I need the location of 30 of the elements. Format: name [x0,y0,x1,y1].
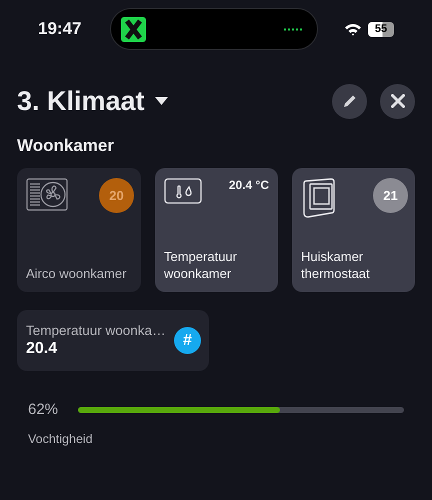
value-badge: 20 [99,178,134,213]
close-button[interactable] [380,84,415,118]
page-title: 3. Klimaat [17,86,145,116]
device-tile[interactable]: 21 Huiskamer thermostaat [292,168,415,292]
tile-label: Temperatuur woonkamer [164,248,238,282]
caret-icon[interactable] [154,97,168,105]
hash-icon: # [174,327,201,354]
sensor-icon [164,178,202,204]
card-label: Temperatuur woonka… [26,323,166,338]
device-tile[interactable]: 20.4 °C Temperatuur woonkamer [155,168,278,292]
value-badge: 21 [373,178,408,213]
humidity-reading: 62% [28,401,60,418]
section-title: Woonkamer [17,136,115,156]
app-icon [121,16,146,42]
card-value: 20.4 [26,340,58,358]
thermostat-icon [301,178,337,218]
clock-time: 19:47 [38,19,82,39]
pencil-icon [342,93,358,109]
tile-label: Huiskamer thermostaat [301,248,371,282]
close-icon [390,94,404,108]
humidity-label: Vochtigheid [28,432,93,446]
number-card[interactable]: Temperatuur woonka… 20.4 # [17,310,209,371]
device-tile[interactable]: 20 Airco woonkamer [17,168,141,292]
temperature-reading: 20.4 °C [228,178,269,192]
tile-label: Airco woonkamer [26,265,128,282]
air-conditioner-icon [26,178,68,211]
battery-indicator: 55 [368,22,394,36]
wifi-icon [344,22,362,36]
edit-button[interactable] [332,84,367,118]
activity-icon [283,28,305,30]
